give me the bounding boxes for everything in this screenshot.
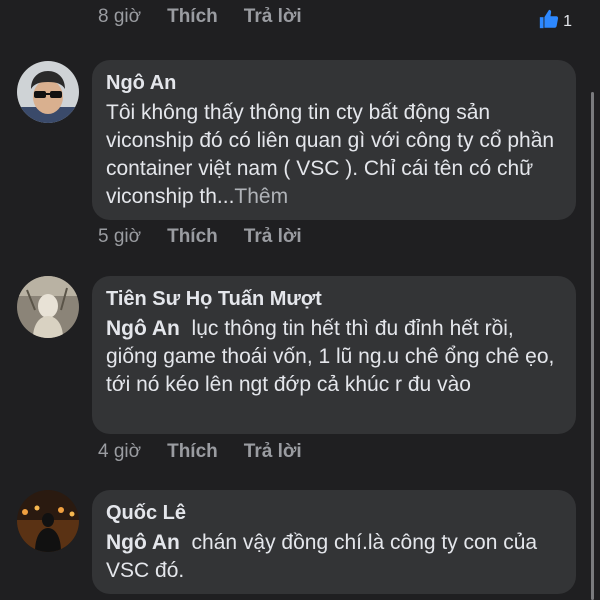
comment-time: 4 giờ <box>98 441 142 462</box>
reply-button[interactable]: Trả lời <box>244 6 302 28</box>
reply-button[interactable]: Trả lời <box>244 226 302 248</box>
thumbs-up-icon <box>538 8 563 35</box>
mention-tag[interactable]: Ngô An <box>106 531 180 554</box>
comment-time: 5 giờ <box>98 226 142 247</box>
see-more-link[interactable]: Thêm <box>234 185 288 208</box>
comment-bubble: Quốc Lê Ngô An chán vậy đồng chí.là công… <box>92 490 576 594</box>
reaction-count-value: 1 <box>563 12 572 30</box>
comment-author[interactable]: Ngô An <box>106 69 562 97</box>
avatar[interactable] <box>17 490 79 552</box>
comment-text: Ngô An chán vậy đồng chí.là công ty con … <box>106 529 562 585</box>
avatar[interactable] <box>17 276 79 338</box>
comment-author[interactable]: Quốc Lê <box>106 499 562 527</box>
like-button[interactable]: Thích <box>167 6 218 28</box>
comment-actions: 4 giờ Thích Trả lời <box>98 441 328 463</box>
comment-text-content: Tôi không thấy thông tin cty bất động sả… <box>106 101 555 208</box>
comment-author[interactable]: Tiên Sư Họ Tuấn Mượt <box>106 285 562 313</box>
top-comment-actions: 8 giờ Thích Trả lời <box>98 6 328 28</box>
comment-actions: 5 giờ Thích Trả lời <box>98 226 328 248</box>
mention-tag[interactable]: Ngô An <box>106 317 180 340</box>
reaction-count[interactable]: 1 <box>538 8 572 35</box>
comment-text: Ngô An lục thông tin hết thì đu đỉnh hết… <box>106 315 562 399</box>
comment-bubble: Tiên Sư Họ Tuấn Mượt Ngô An lục thông ti… <box>92 276 576 434</box>
comment-bubble: Ngô An Tôi không thấy thông tin cty bất … <box>92 60 576 220</box>
reply-button[interactable]: Trả lời <box>244 441 302 463</box>
comment-text: Tôi không thấy thông tin cty bất động sả… <box>106 99 562 211</box>
like-button[interactable]: Thích <box>167 226 218 248</box>
comment-time: 8 giờ <box>98 6 142 27</box>
scrollbar[interactable] <box>591 92 594 600</box>
avatar[interactable] <box>17 61 79 123</box>
like-button[interactable]: Thích <box>167 441 218 463</box>
